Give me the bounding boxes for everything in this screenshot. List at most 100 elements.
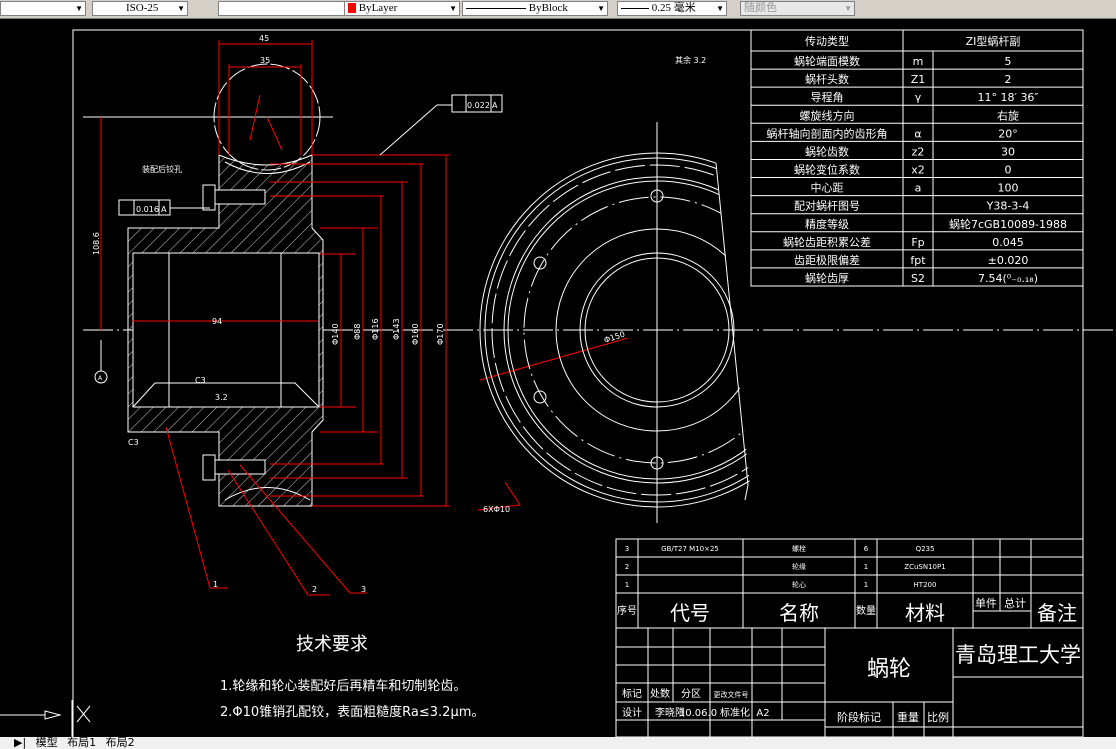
param-symbol: m xyxy=(913,55,924,68)
svg-text:Φ160: Φ160 xyxy=(411,323,420,345)
svg-text:ZCuSN10P1: ZCuSN10P1 xyxy=(904,563,945,571)
param-label: 配对蜗杆图号 xyxy=(794,199,860,213)
svg-text:标准化: 标准化 xyxy=(720,706,750,719)
param-label: 蜗杆头数 xyxy=(805,72,849,86)
svg-text:备注: 备注 xyxy=(1037,601,1077,625)
svg-text:0.016: 0.016 xyxy=(136,205,159,214)
svg-text:C3: C3 xyxy=(195,376,206,385)
svg-text:传动类型: 传动类型 xyxy=(805,34,849,48)
svg-text:蜗轮: 蜗轮 xyxy=(867,657,911,682)
svg-text:A: A xyxy=(98,375,103,382)
svg-text:Φ88: Φ88 xyxy=(353,324,362,340)
svg-text:6: 6 xyxy=(864,545,869,553)
svg-text:A2: A2 xyxy=(756,708,769,719)
properties-toolbar: ▼ ISO-25▼ ▼ ByLayer▼ ByBlock▼ 0.25 毫米▼ 随… xyxy=(0,0,1116,19)
param-symbol: Z1 xyxy=(911,73,926,86)
linetype-dropdown[interactable]: ByBlock ▼ xyxy=(462,1,608,16)
param-symbol: α xyxy=(914,127,921,140)
svg-text:Φ143: Φ143 xyxy=(392,318,401,340)
svg-text:HT200: HT200 xyxy=(914,581,937,589)
param-value: 11° 18′ 36″ xyxy=(977,91,1038,104)
svg-text:1: 1 xyxy=(864,581,868,589)
dimstyle-dropdown[interactable]: ISO-25 ▼ xyxy=(92,1,188,16)
svg-text:A: A xyxy=(492,101,498,110)
svg-text:6XΦ10: 6XΦ10 xyxy=(483,505,510,514)
svg-text:单件: 单件 xyxy=(975,597,997,610)
color-value: ByLayer xyxy=(358,2,398,14)
svg-text:代号: 代号 xyxy=(670,601,710,625)
svg-text:Q235: Q235 xyxy=(916,545,935,553)
svg-text:3: 3 xyxy=(625,545,629,553)
svg-text:序号: 序号 xyxy=(617,604,637,617)
svg-text:材料: 材料 xyxy=(905,601,945,625)
svg-text:重量: 重量 xyxy=(897,710,919,724)
svg-text:1: 1 xyxy=(625,581,629,589)
dimstyle-value: ISO-25 xyxy=(126,2,159,14)
svg-text:标记: 标记 xyxy=(622,688,642,700)
svg-text:Φ170: Φ170 xyxy=(436,323,445,345)
param-label: 蜗轮齿距积累公差 xyxy=(783,235,871,249)
section-view xyxy=(83,63,1116,507)
svg-text:2: 2 xyxy=(625,563,629,571)
svg-text:94: 94 xyxy=(212,317,222,326)
tab-layout1[interactable]: 布局1 xyxy=(67,736,96,749)
svg-text:0.022: 0.022 xyxy=(467,101,490,110)
svg-text:35: 35 xyxy=(260,56,270,65)
param-label: 精度等级 xyxy=(805,217,849,231)
svg-text:阶段标记: 阶段标记 xyxy=(837,710,881,724)
plotstyle-value: 随颜色 xyxy=(744,2,777,14)
svg-text:45: 45 xyxy=(259,34,269,43)
param-label: 蜗轮端面模数 xyxy=(794,54,860,68)
svg-text:名称: 名称 xyxy=(779,601,819,625)
param-value: Y38-3-4 xyxy=(986,200,1030,213)
svg-text:108.6: 108.6 xyxy=(92,232,101,255)
param-value: 20° xyxy=(998,127,1018,140)
param-value: 0.045 xyxy=(992,236,1024,249)
linetype-value: ByBlock xyxy=(528,2,568,14)
svg-text:分区: 分区 xyxy=(681,688,701,700)
param-symbol: S2 xyxy=(911,272,925,285)
svg-text:3: 3 xyxy=(361,585,366,594)
layer-dropdown[interactable]: ▼ xyxy=(0,1,86,16)
svg-text:轮缘: 轮缘 xyxy=(792,562,806,571)
svg-text:A: A xyxy=(161,205,167,214)
color-dropdown[interactable]: ByLayer ▼ xyxy=(344,1,460,16)
param-value: 5 xyxy=(1005,55,1012,68)
param-label: 导程角 xyxy=(811,91,844,104)
param-value: 右旋 xyxy=(997,108,1019,122)
param-label: 蜗轮齿数 xyxy=(805,144,849,158)
parameters-rows: 蜗轮端面模数 m 5 蜗杆头数 Z1 2 导程角 γ 11° 18′ 36″ 螺旋线方向 右旋蜗杆轴… xyxy=(767,54,1068,285)
tab-layout2[interactable]: 布局2 xyxy=(106,736,135,749)
param-value: 2 xyxy=(1005,73,1012,86)
parts-list-text: 3 GB/T27 M10×25 螺栓 6 Q235 2 轮缘 1 ZCuSN10P1 1 轮心 1… xyxy=(625,544,946,589)
svg-text:设计: 设计 xyxy=(622,706,642,719)
param-label: 螺旋线方向 xyxy=(800,108,855,122)
svg-text:Φ140: Φ140 xyxy=(331,323,340,345)
param-label: 蜗轮变位系数 xyxy=(794,163,860,177)
svg-text:装配后铰孔: 装配后铰孔 xyxy=(142,164,182,174)
param-value: 蜗轮7cGB10089-1988 xyxy=(949,217,1067,231)
svg-text:青岛理工大学: 青岛理工大学 xyxy=(955,643,1081,667)
svg-text:2.Φ10锥销孔配铰，表面粗糙度Ra≤3.2μm。: 2.Φ10锥销孔配铰，表面粗糙度Ra≤3.2μm。 xyxy=(220,704,484,720)
svg-text:轮心: 轮心 xyxy=(792,580,806,589)
param-symbol: Fp xyxy=(911,236,924,249)
svg-text:Φ150: Φ150 xyxy=(603,330,626,345)
svg-text:其余 3.2: 其余 3.2 xyxy=(675,55,706,65)
svg-text:10.06.0: 10.06.0 xyxy=(679,708,717,719)
drawing-canvas[interactable]: 45 35 94 C3 C3 3.2 0.022 A 0.016 A A 装配后… xyxy=(0,19,1116,737)
svg-text:3.2: 3.2 xyxy=(215,393,228,402)
svg-text:1: 1 xyxy=(213,580,218,589)
param-label: 蜗杆轴向剖面内的齿形角 xyxy=(767,126,888,140)
plotstyle-dropdown[interactable]: 随颜色 ▼ xyxy=(740,1,855,16)
svg-text:总计: 总计 xyxy=(1004,596,1026,610)
tab-nav-button[interactable]: ▶| xyxy=(14,736,26,749)
svg-text:Φ116: Φ116 xyxy=(371,318,380,340)
tab-model[interactable]: 模型 xyxy=(36,736,58,749)
svg-text:螺栓: 螺栓 xyxy=(792,544,806,553)
param-symbol: a xyxy=(915,182,922,195)
param-value: 100 xyxy=(998,182,1019,195)
lineweight-dropdown[interactable]: 0.25 毫米 ▼ xyxy=(617,1,727,16)
param-value: 30 xyxy=(1001,145,1015,158)
svg-text:C3: C3 xyxy=(128,438,139,447)
param-symbol: x2 xyxy=(911,164,925,177)
